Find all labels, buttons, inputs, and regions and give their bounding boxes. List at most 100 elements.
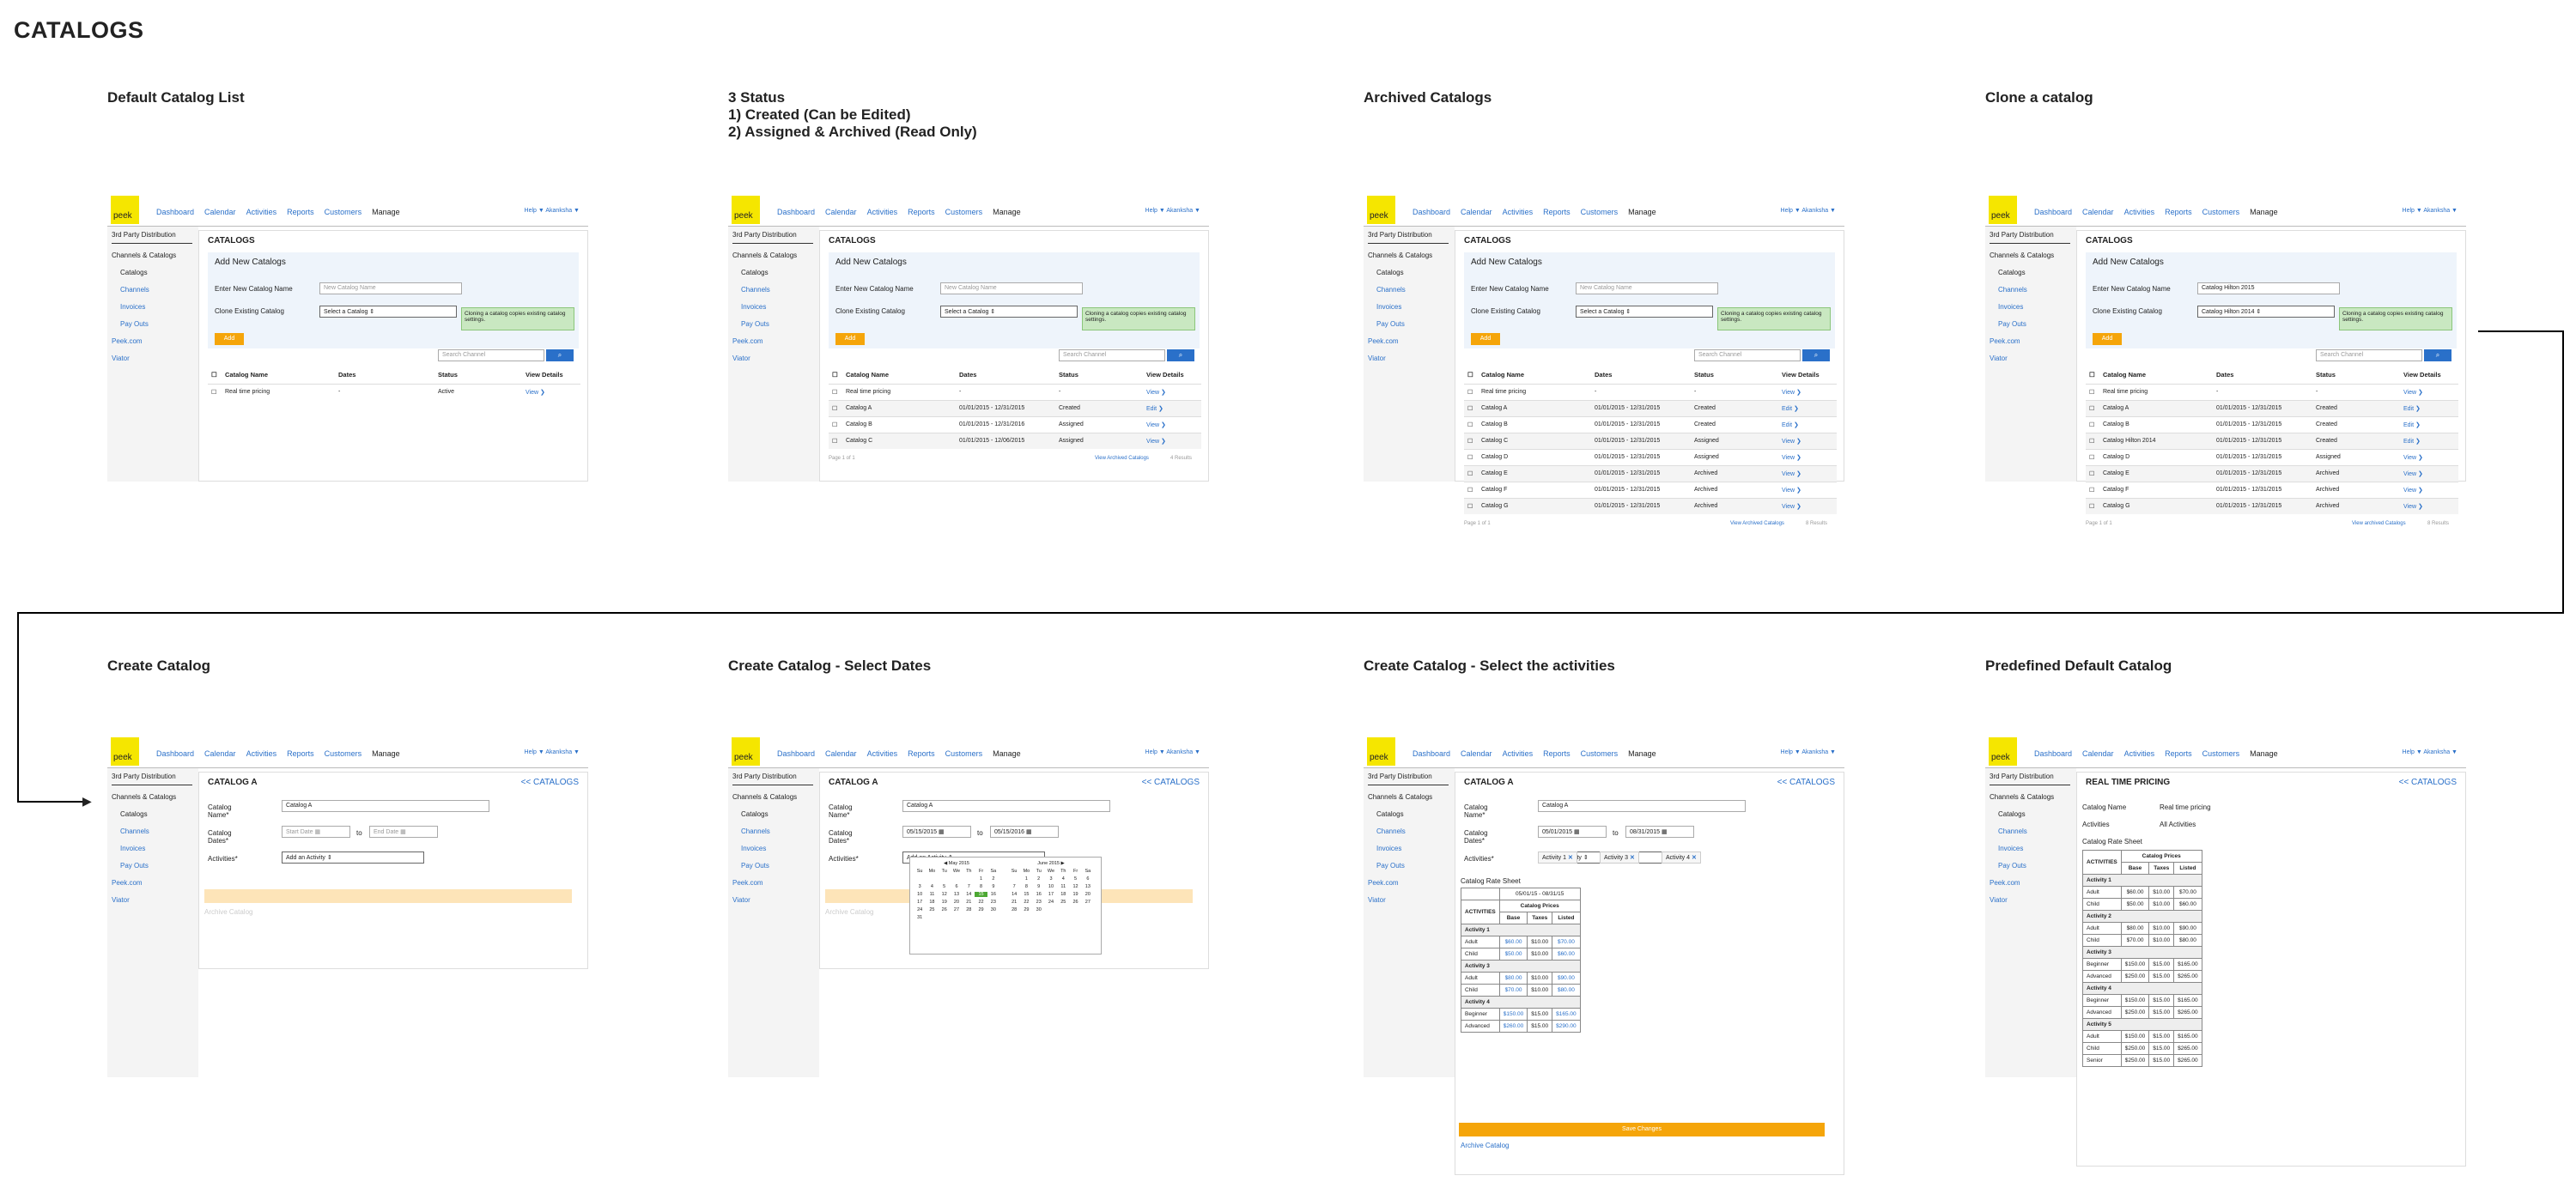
day[interactable]: 15 xyxy=(1020,892,1032,897)
day[interactable]: 3 xyxy=(1045,876,1057,882)
row-action-link[interactable]: View ❯ xyxy=(1782,470,1801,477)
day[interactable]: 12 xyxy=(1069,884,1081,889)
row-action-link[interactable]: View ❯ xyxy=(1782,487,1801,494)
row-checkbox[interactable]: ☐ xyxy=(2089,438,2094,445)
row-action-link[interactable]: Edit ❯ xyxy=(1146,405,1163,412)
remove-tag-icon[interactable]: ✕ xyxy=(1630,855,1635,861)
day[interactable]: 30 xyxy=(1033,907,1045,912)
search-button[interactable]: ⌕ xyxy=(546,349,574,361)
nav-manage[interactable]: Manage xyxy=(2250,208,2278,216)
help-user-menu[interactable]: Help ▼ Akanksha ▼ xyxy=(1145,749,1200,755)
row-action-link[interactable]: View ❯ xyxy=(526,389,545,396)
day[interactable]: 23 xyxy=(1033,900,1045,905)
nav-calendar[interactable]: Calendar xyxy=(1461,208,1492,216)
back-to-catalogs-link[interactable]: << CATALOGS xyxy=(1142,778,1200,787)
nav-manage[interactable]: Manage xyxy=(372,208,400,216)
day[interactable]: 14 xyxy=(1008,892,1020,897)
search-button[interactable]: ⌕ xyxy=(1167,349,1194,361)
sidebar-item-invoices[interactable]: Invoices xyxy=(120,840,198,858)
row-action-link[interactable]: View ❯ xyxy=(1146,389,1166,396)
day[interactable]: 7 xyxy=(963,884,975,889)
nav-manage[interactable]: Manage xyxy=(993,749,1021,758)
day[interactable]: 15 xyxy=(975,892,987,897)
sidebar-item-peek-com[interactable]: Peek.com xyxy=(732,333,819,350)
nav-manage[interactable]: Manage xyxy=(2250,749,2278,758)
help-user-menu[interactable]: Help ▼ Akanksha ▼ xyxy=(1781,749,1836,755)
tier[interactable]: Child xyxy=(1461,948,1500,961)
day[interactable]: 10 xyxy=(914,892,926,897)
nav-calendar[interactable]: Calendar xyxy=(204,749,236,758)
nav-manage[interactable]: Manage xyxy=(1628,208,1656,216)
sidebar-item-channels[interactable]: Channels xyxy=(1998,282,2076,299)
catalog-name-input[interactable]: New Catalog Name xyxy=(1576,282,1718,294)
sidebar-item-peek-com[interactable]: Peek.com xyxy=(1990,333,2076,350)
sidebar-item-peek-com[interactable]: Peek.com xyxy=(112,875,198,892)
day[interactable]: 11 xyxy=(1057,884,1069,889)
day[interactable]: 18 xyxy=(1057,892,1069,897)
sidebar-item-invoices[interactable]: Invoices xyxy=(1376,840,1455,858)
tier[interactable]: Adult xyxy=(1461,972,1500,985)
row-checkbox[interactable]: ☐ xyxy=(2089,389,2094,396)
nav-manage[interactable]: Manage xyxy=(1628,749,1656,758)
catalog-name-field[interactable]: Catalog A xyxy=(1538,800,1746,812)
activity-select[interactable]: Add an Activity ⇕ xyxy=(282,852,424,864)
day[interactable]: 22 xyxy=(1020,900,1032,905)
sidebar-item-channels[interactable]: Channels xyxy=(120,823,198,840)
clone-select[interactable]: Catalog Hilton 2014 ⇕ xyxy=(2197,306,2335,318)
nav-reports[interactable]: Reports xyxy=(287,749,314,758)
peek-logo[interactable]: peek xyxy=(1989,737,2017,766)
row-action-link[interactable]: Edit ❯ xyxy=(1782,405,1799,412)
select-all-checkbox[interactable]: ☐ xyxy=(1467,371,1473,379)
nav-customers[interactable]: Customers xyxy=(945,208,983,216)
day[interactable]: 25 xyxy=(926,907,938,912)
sidebar-item-pay-outs[interactable]: Pay Outs xyxy=(1998,858,2076,875)
row-checkbox[interactable]: ☐ xyxy=(832,438,837,445)
sidebar-item-channels-catalogs[interactable]: Channels & Catalogs xyxy=(1368,789,1455,806)
sidebar-item-invoices[interactable]: Invoices xyxy=(120,299,198,316)
day[interactable]: 31 xyxy=(914,915,926,920)
sidebar-item-channels[interactable]: Channels xyxy=(741,823,819,840)
catalog-name-input[interactable]: Catalog Hilton 2015 xyxy=(2197,282,2340,294)
row-action-link[interactable]: View ❯ xyxy=(1782,454,1801,461)
day[interactable]: 1 xyxy=(1020,876,1032,882)
row-checkbox[interactable]: ☐ xyxy=(832,405,837,412)
end-date-field[interactable]: 05/15/2016 ▦ xyxy=(990,826,1059,838)
sidebar-item-pay-outs[interactable]: Pay Outs xyxy=(741,316,819,333)
nav-reports[interactable]: Reports xyxy=(1543,208,1571,216)
day[interactable]: 6 xyxy=(951,884,963,889)
help-user-menu[interactable]: Help ▼ Akanksha ▼ xyxy=(525,208,580,214)
sidebar-item-pay-outs[interactable]: Pay Outs xyxy=(1376,858,1455,875)
sidebar-item-pay-outs[interactable]: Pay Outs xyxy=(120,858,198,875)
day[interactable]: 17 xyxy=(1045,892,1057,897)
row-action-link[interactable]: View ❯ xyxy=(2403,487,2423,494)
peek-logo[interactable]: peek xyxy=(1367,737,1395,766)
nav-manage[interactable]: Manage xyxy=(993,208,1021,216)
row-checkbox[interactable]: ☐ xyxy=(2089,487,2094,494)
row-checkbox[interactable]: ☐ xyxy=(2089,470,2094,477)
sidebar-item-catalogs[interactable]: Catalogs xyxy=(120,806,198,823)
nav-customers[interactable]: Customers xyxy=(945,749,983,758)
sidebar-item-channels[interactable]: Channels xyxy=(1376,823,1455,840)
sidebar-item-viator[interactable]: Viator xyxy=(112,892,198,909)
day[interactable]: 9 xyxy=(1033,884,1045,889)
day[interactable]: 26 xyxy=(939,907,951,912)
clone-select[interactable]: Select a Catalog ⇕ xyxy=(940,306,1078,318)
day[interactable]: 2 xyxy=(987,876,999,882)
day[interactable]: 5 xyxy=(1069,876,1081,882)
row-checkbox[interactable]: ☐ xyxy=(1467,470,1473,477)
sidebar-item-invoices[interactable]: Invoices xyxy=(741,299,819,316)
sidebar-item-peek-com[interactable]: Peek.com xyxy=(1990,875,2076,892)
nav-customers[interactable]: Customers xyxy=(1581,749,1619,758)
archive-catalog-link[interactable]: Archive Catalog xyxy=(1461,1142,1509,1149)
sidebar-item-channels-catalogs[interactable]: Channels & Catalogs xyxy=(112,247,198,264)
day[interactable]: 2 xyxy=(1033,876,1045,882)
day[interactable]: 8 xyxy=(975,884,987,889)
day[interactable]: 10 xyxy=(1045,884,1057,889)
sidebar-item-channels-catalogs[interactable]: Channels & Catalogs xyxy=(112,789,198,806)
peek-logo[interactable]: peek xyxy=(732,196,760,224)
nav-dashboard[interactable]: Dashboard xyxy=(777,208,815,216)
sidebar-item-catalogs[interactable]: Catalogs xyxy=(1998,806,2076,823)
day[interactable]: 29 xyxy=(1020,907,1032,912)
day[interactable]: 20 xyxy=(1082,892,1094,897)
nav-customers[interactable]: Customers xyxy=(2202,749,2240,758)
